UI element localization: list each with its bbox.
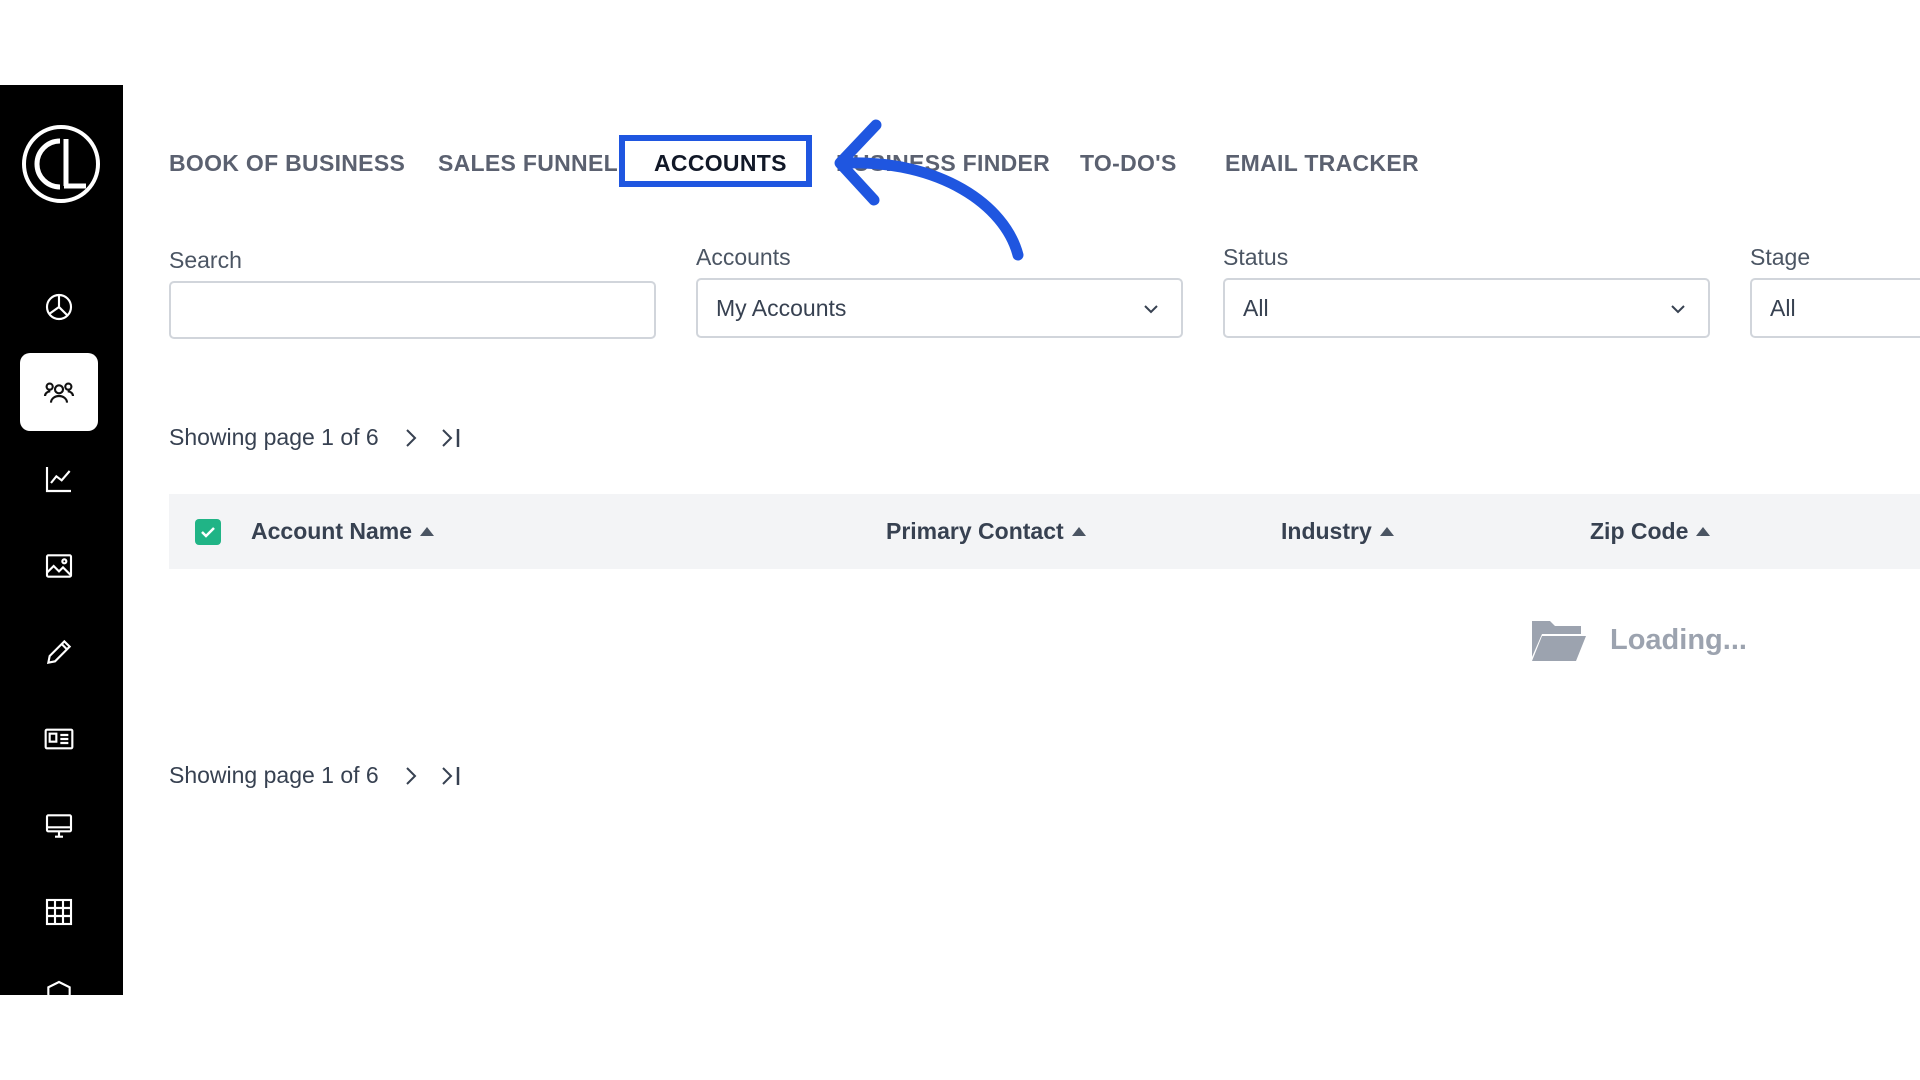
tab-book-of-business[interactable]: BOOK OF BUSINESS — [169, 150, 405, 177]
last-page-button[interactable] — [439, 426, 465, 450]
shield-icon[interactable] — [20, 955, 98, 995]
pagination-bottom: Showing page 1 of 6 — [169, 762, 465, 789]
pagination-top: Showing page 1 of 6 — [169, 424, 465, 451]
tab-sales-funnel[interactable]: SALES FUNNEL — [438, 150, 618, 177]
accounts-select-value: My Accounts — [716, 294, 847, 321]
chevron-right-icon — [406, 428, 417, 447]
accounts-label: Accounts — [696, 244, 791, 270]
pagination-text: Showing page 1 of 6 — [169, 762, 379, 788]
pointer-arrow-icon — [834, 119, 1024, 261]
monitor-icon[interactable] — [20, 787, 98, 865]
users-icon[interactable] — [20, 353, 98, 431]
accounts-select[interactable]: My Accounts — [696, 278, 1183, 338]
last-page-button[interactable] — [439, 764, 465, 788]
next-page-button[interactable] — [401, 764, 421, 788]
stage-label: Stage — [1750, 244, 1811, 270]
status-select[interactable]: All — [1223, 278, 1710, 338]
table-header: Account Name Primary Contact Industry Zi… — [169, 494, 1920, 569]
tab-email-tracker[interactable]: EMAIL TRACKER — [1225, 150, 1419, 177]
tab-todos[interactable]: TO-DO'S — [1080, 150, 1177, 177]
image-icon[interactable] — [20, 527, 98, 605]
column-zip-code[interactable]: Zip Code — [1590, 518, 1711, 545]
pencil-icon[interactable] — [20, 613, 98, 691]
chevron-right-icon — [406, 766, 417, 785]
pie-chart-icon[interactable] — [20, 268, 98, 346]
id-card-icon[interactable] — [20, 700, 98, 778]
stage-select-value: All — [1770, 294, 1796, 321]
line-chart-icon[interactable] — [20, 440, 98, 518]
next-page-button[interactable] — [401, 426, 421, 450]
logo[interactable] — [20, 123, 102, 205]
loading-text: Loading... — [1610, 623, 1747, 656]
status-select-value: All — [1243, 294, 1269, 321]
column-primary-contact[interactable]: Primary Contact — [886, 518, 1086, 545]
pagination-text: Showing page 1 of 6 — [169, 424, 379, 450]
last-page-icon — [442, 428, 459, 447]
chevron-down-icon — [1144, 305, 1158, 314]
sort-asc-icon — [1071, 527, 1086, 536]
last-page-icon — [442, 766, 459, 785]
grid-icon[interactable] — [20, 873, 98, 951]
checkmark-icon — [201, 527, 215, 538]
search-label: Search — [169, 247, 242, 273]
column-industry[interactable]: Industry — [1281, 518, 1394, 545]
select-all-checkbox[interactable] — [195, 519, 221, 545]
accounts-tab-highlight — [619, 135, 812, 187]
chevron-down-icon — [1671, 305, 1685, 314]
sort-asc-icon — [1379, 527, 1394, 536]
sidebar — [0, 85, 123, 995]
column-account-name[interactable]: Account Name — [251, 518, 435, 545]
folder-open-icon — [1532, 621, 1586, 661]
sort-asc-icon — [420, 527, 435, 536]
search-input[interactable] — [169, 281, 656, 339]
sort-asc-icon — [1696, 527, 1711, 536]
stage-select[interactable]: All — [1750, 278, 1920, 338]
loading-indicator: Loading... — [1530, 617, 1747, 663]
status-label: Status — [1223, 244, 1289, 270]
